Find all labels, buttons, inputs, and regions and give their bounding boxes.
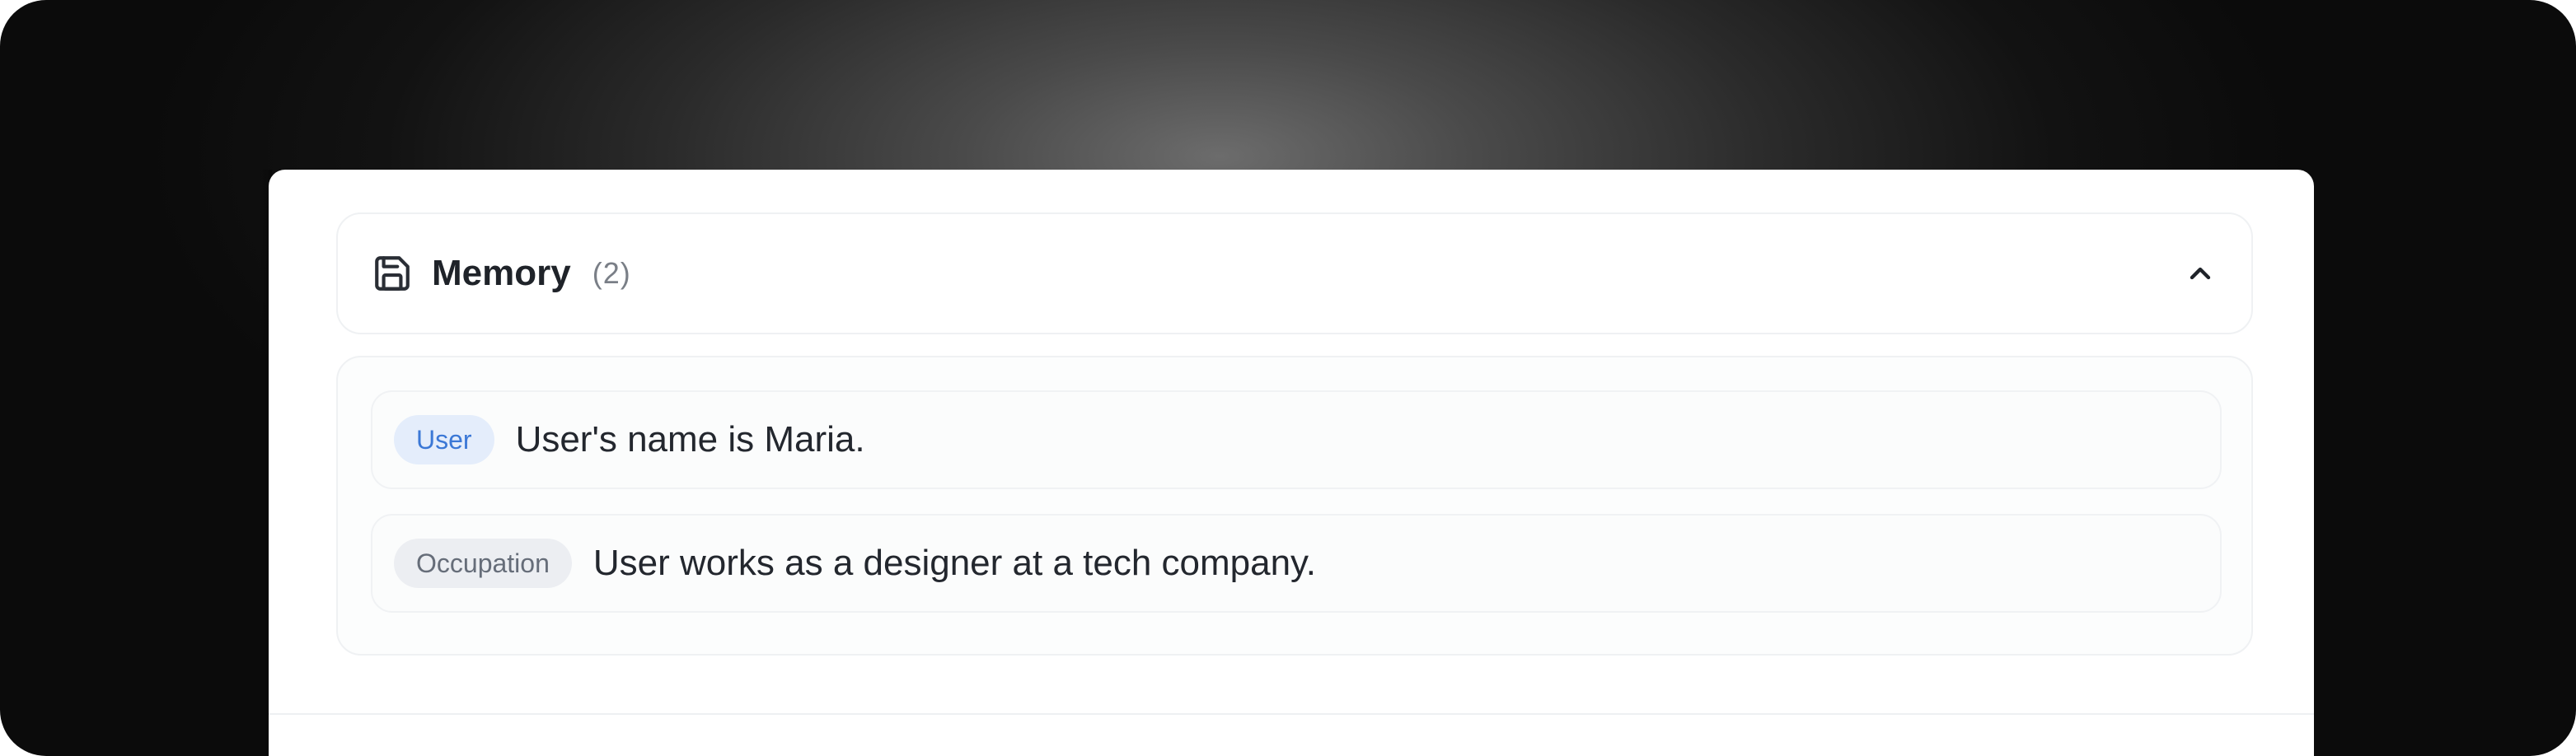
screenshot-frame: Memory (2) User User's name is Maria. Oc… (0, 0, 2576, 756)
divider (269, 713, 2314, 715)
user-tag: User (394, 415, 494, 464)
occupation-tag: Occupation (394, 539, 572, 588)
save-icon (371, 252, 414, 295)
memory-title: Memory (432, 253, 571, 293)
memory-count: (2) (592, 256, 631, 290)
memory-section-header[interactable]: Memory (2) (336, 212, 2253, 334)
memory-list: User User's name is Maria. Occupation Us… (336, 356, 2253, 656)
memory-item-user: User User's name is Maria. (371, 390, 2222, 489)
memory-panel: Memory (2) User User's name is Maria. Oc… (269, 170, 2314, 756)
memory-item-text: User's name is Maria. (515, 419, 865, 460)
memory-item-text: User works as a designer at a tech compa… (592, 543, 1317, 583)
chevron-up-icon[interactable] (2182, 255, 2218, 292)
memory-item-occupation: Occupation User works as a designer at a… (371, 514, 2222, 613)
